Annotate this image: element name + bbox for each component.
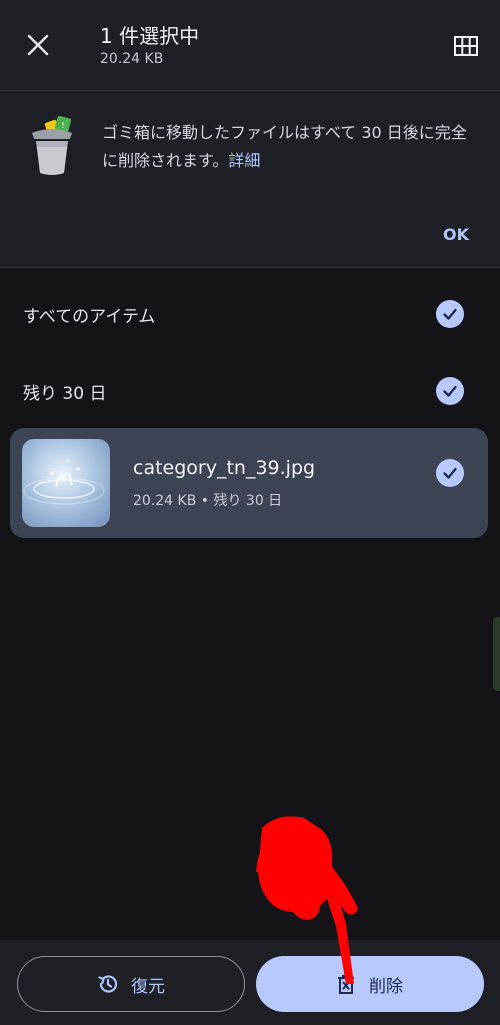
trash-can-illustration-icon: !	[32, 115, 72, 175]
selection-size: 20.24 KB	[100, 51, 164, 67]
water-splash-image	[22, 439, 110, 527]
all-items-label: すべてのアイテム	[23, 306, 156, 327]
file-meta: 20.24 KB • 残り 30 日	[133, 493, 283, 509]
days-left-group-row[interactable]: 残り 30 日	[0, 361, 500, 421]
selection-title: 1 件選択中	[100, 24, 200, 48]
svg-text:!: !	[61, 121, 64, 130]
app-bar: 1 件選択中 20.24 KB	[0, 0, 500, 90]
grid-view-button[interactable]	[448, 28, 484, 64]
days-left-group-label: 残り 30 日	[23, 383, 107, 404]
restore-history-icon	[98, 975, 118, 993]
close-icon	[27, 34, 49, 56]
grid-view-icon	[454, 36, 478, 56]
trash-info-text: ゴミ箱に移動したファイルはすべて 30 日後に完全に削除されます。	[102, 123, 467, 170]
restore-button-label: 復元	[131, 976, 165, 997]
trash-info-message: ゴミ箱に移動したファイルはすべて 30 日後に完全に削除されます。詳細	[102, 119, 482, 175]
delete-forever-icon	[338, 975, 354, 994]
delete-button-label: 削除	[369, 976, 403, 997]
select-group-checkbox[interactable]	[436, 377, 464, 405]
file-name: category_tn_39.jpg	[133, 457, 316, 479]
ok-button[interactable]: OK	[430, 216, 482, 252]
scrollbar-handle[interactable]	[493, 617, 500, 691]
delete-button[interactable]: 削除	[256, 956, 484, 1012]
file-checkbox[interactable]	[436, 459, 464, 487]
select-all-items-row[interactable]: すべてのアイテム	[0, 284, 500, 344]
bottom-action-bar: 復元 削除	[0, 940, 500, 1025]
restore-button[interactable]: 復元	[17, 956, 245, 1012]
details-link[interactable]: 詳細	[228, 151, 260, 170]
check-icon	[443, 467, 457, 479]
trash-info-banner: ! ゴミ箱に移動したファイルはすべて 30 日後に完全に削除されます。詳細 OK	[0, 90, 500, 268]
file-list-item[interactable]: category_tn_39.jpg 20.24 KB • 残り 30 日	[10, 428, 488, 538]
check-icon	[443, 308, 457, 320]
close-button[interactable]	[18, 25, 58, 65]
select-all-checkbox[interactable]	[436, 300, 464, 328]
check-icon	[443, 385, 457, 397]
file-thumbnail	[22, 439, 110, 527]
